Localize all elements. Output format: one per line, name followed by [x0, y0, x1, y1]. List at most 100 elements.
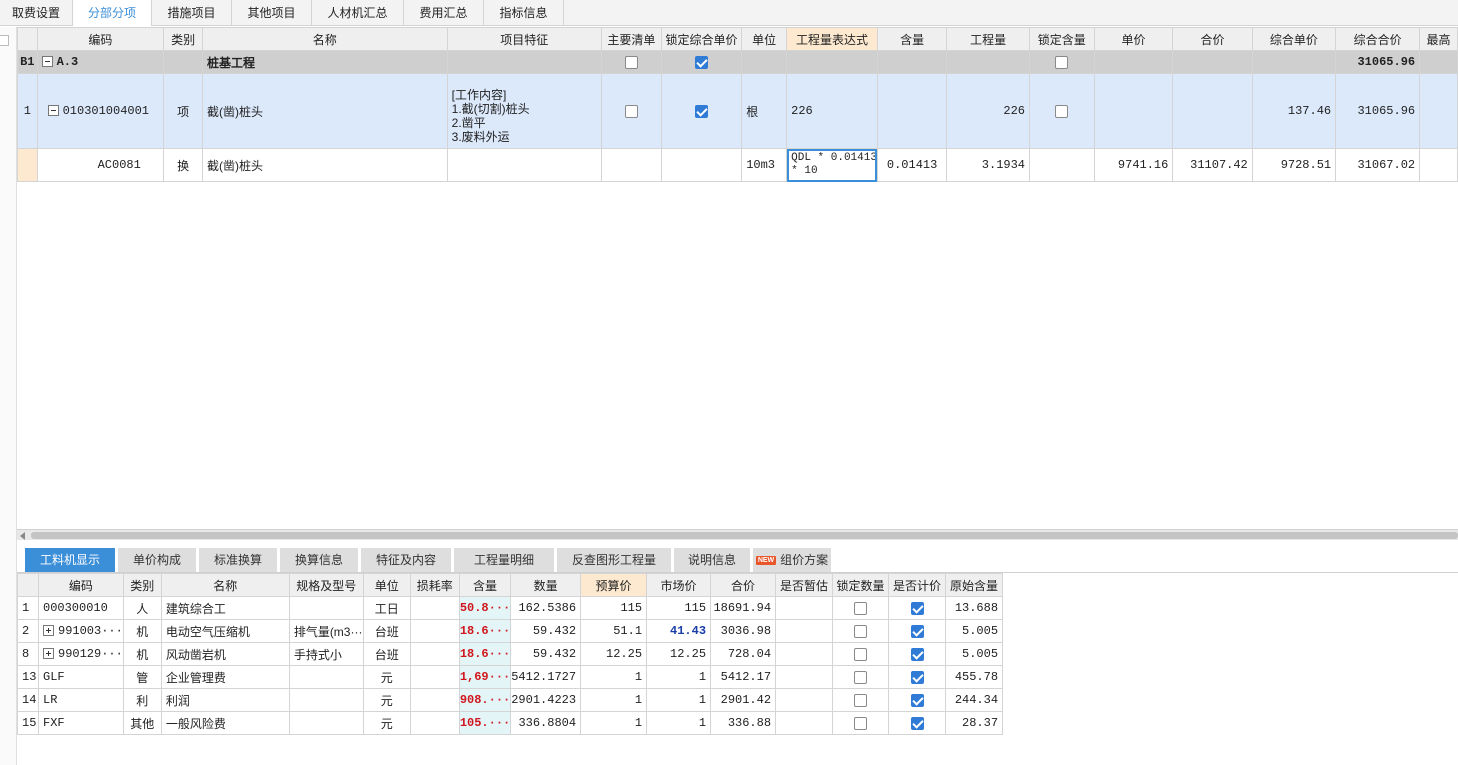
- col-header-content[interactable]: 含量: [876, 27, 948, 51]
- collapse-icon[interactable]: [41, 56, 53, 68]
- market-price-cell[interactable]: 115: [646, 596, 712, 620]
- unit-price-cell[interactable]: 9741.16: [1093, 148, 1174, 182]
- lock-price-checkbox[interactable]: [695, 105, 709, 119]
- spec-cell[interactable]: [288, 711, 364, 735]
- priced-checkbox[interactable]: [910, 694, 924, 708]
- main-list-checkbox[interactable]: [624, 105, 638, 119]
- col-header-content[interactable]: 含量: [458, 573, 512, 597]
- features-cell[interactable]: [446, 50, 602, 74]
- lock-qty-checkbox[interactable]: [854, 602, 868, 616]
- market-price-cell[interactable]: 1: [646, 711, 712, 735]
- tab-features-content[interactable]: 特征及内容: [361, 548, 451, 572]
- table-row[interactable]: 14 LR 利利润元 908.··· 2901.4223 1 1 2901.42 244.34: [17, 688, 1004, 712]
- tab-pricing-scheme[interactable]: NEW 组价方案: [753, 548, 831, 572]
- original-content-cell[interactable]: 13.688: [945, 596, 1004, 620]
- name-cell[interactable]: 建筑综合工: [160, 596, 290, 620]
- col-header-lock-qty[interactable]: 锁定数量: [832, 573, 890, 597]
- total-cell[interactable]: 5412.17: [710, 665, 777, 689]
- lock-qty-checkbox[interactable]: [854, 625, 868, 639]
- lock-content-checkbox[interactable]: [1055, 105, 1069, 119]
- main-list-checkbox[interactable]: [624, 56, 638, 70]
- code-cell[interactable]: 990129···: [38, 642, 124, 666]
- code-cell[interactable]: 000300010: [38, 596, 124, 620]
- table-row[interactable]: 2 991003··· 机电动空气压缩机 排气量(m3··· 台班 18.6··· 59.4…: [17, 619, 1004, 643]
- unit-cell[interactable]: 元: [362, 688, 411, 712]
- comp-total-cell[interactable]: 31067.02: [1335, 148, 1421, 182]
- market-price-cell[interactable]: 41.43: [646, 619, 712, 643]
- code-cell[interactable]: GLF: [38, 665, 124, 689]
- spec-cell[interactable]: [288, 688, 364, 712]
- priced-checkbox[interactable]: [910, 648, 924, 662]
- loss-rate-cell[interactable]: [409, 596, 460, 620]
- col-header-lock-price[interactable]: 锁定综合单价: [660, 27, 743, 51]
- col-header-unit-price[interactable]: 单价: [1093, 27, 1174, 51]
- code-cell[interactable]: LR: [38, 688, 124, 712]
- provisional-cell[interactable]: [775, 596, 834, 620]
- budget-price-cell[interactable]: 1: [580, 688, 648, 712]
- col-header-unit[interactable]: 单位: [362, 573, 411, 597]
- total-cell[interactable]: 3036.98: [710, 619, 777, 643]
- total-cell[interactable]: 2901.42: [710, 688, 777, 712]
- type-cell[interactable]: 项: [163, 73, 203, 149]
- type-cell[interactable]: 机: [122, 642, 162, 666]
- content-cell[interactable]: 50.8···: [458, 596, 512, 620]
- total-cell[interactable]: 31107.42: [1172, 148, 1253, 182]
- col-header-quantity-expression[interactable]: 工程量表达式: [786, 27, 878, 51]
- qty-cell[interactable]: 2901.4223: [510, 688, 582, 712]
- spec-cell[interactable]: [288, 665, 364, 689]
- col-header-spec[interactable]: 规格及型号: [288, 573, 364, 597]
- lock-qty-checkbox[interactable]: [854, 671, 868, 685]
- lock-price-cell[interactable]: [660, 148, 743, 182]
- col-header-name[interactable]: 名称: [160, 573, 290, 597]
- spec-cell[interactable]: 排气量(m3···: [288, 619, 364, 643]
- content-cell[interactable]: 1,69···: [458, 665, 512, 689]
- loss-rate-cell[interactable]: [409, 665, 460, 689]
- code-cell[interactable]: A.3: [36, 50, 165, 74]
- table-row[interactable]: 13 GLF 管企业管理费元 1,69··· 5412.1727 1 1 5412.17 455…: [17, 665, 1004, 689]
- quantity-cell[interactable]: [946, 50, 1031, 74]
- qty-cell[interactable]: 336.8804: [510, 711, 582, 735]
- content-cell[interactable]: 105.···: [458, 711, 512, 735]
- type-cell[interactable]: 管: [122, 665, 162, 689]
- table-row[interactable]: 1 000300010 人建筑综合工 工日 50.8··· 162.5386 115 115 1…: [17, 596, 1004, 620]
- provisional-cell[interactable]: [775, 711, 834, 735]
- original-content-cell[interactable]: 5.005: [945, 642, 1004, 666]
- original-content-cell[interactable]: 455.78: [945, 665, 1004, 689]
- col-header-unit[interactable]: 单位: [741, 27, 788, 51]
- qty-cell[interactable]: 5412.1727: [510, 665, 582, 689]
- tab-fee-summary[interactable]: 费用汇总: [404, 0, 484, 26]
- collapse-handle[interactable]: [0, 35, 9, 46]
- type-cell[interactable]: 换: [163, 148, 203, 182]
- col-header-features[interactable]: 项目特征: [446, 27, 602, 51]
- scroll-left-icon[interactable]: [20, 532, 25, 540]
- total-cell[interactable]: 728.04: [710, 642, 777, 666]
- col-header-max[interactable]: 最高: [1419, 27, 1458, 51]
- name-cell[interactable]: 风动凿岩机: [160, 642, 290, 666]
- type-cell[interactable]: 其他: [122, 711, 162, 735]
- col-header-qty[interactable]: 数量: [510, 573, 582, 597]
- expr-cell[interactable]: [786, 50, 878, 74]
- content-cell[interactable]: [876, 73, 948, 149]
- type-cell[interactable]: 利: [122, 688, 162, 712]
- tab-labor-material-summary[interactable]: 人材机汇总: [312, 0, 404, 26]
- scrollbar-thumb[interactable]: [31, 532, 1458, 539]
- features-cell[interactable]: [工作内容] 1.截(切割)桩头 2.凿平 3.废料外运: [446, 73, 602, 149]
- tab-standard-conversion[interactable]: 标准换算: [199, 548, 277, 572]
- priced-checkbox[interactable]: [910, 625, 924, 639]
- comp-total-cell[interactable]: 31065.96: [1335, 50, 1421, 74]
- loss-rate-cell[interactable]: [409, 688, 460, 712]
- tab-conversion-info[interactable]: 换算信息: [280, 548, 358, 572]
- name-cell[interactable]: 一般风险费: [160, 711, 290, 735]
- qty-cell[interactable]: 59.432: [510, 619, 582, 643]
- name-cell[interactable]: 截(凿)桩头: [201, 148, 448, 182]
- col-header-type[interactable]: 类别: [122, 573, 162, 597]
- name-cell[interactable]: 截(凿)桩头: [201, 73, 448, 149]
- tab-description[interactable]: 说明信息: [674, 548, 750, 572]
- comp-price-cell[interactable]: 9728.51: [1251, 148, 1337, 182]
- budget-price-cell[interactable]: 12.25: [580, 642, 648, 666]
- quantity-cell[interactable]: 3.1934: [946, 148, 1031, 182]
- col-header-comp-price[interactable]: 综合单价: [1251, 27, 1337, 51]
- unit-cell[interactable]: 根: [741, 73, 788, 149]
- comp-price-cell[interactable]: 137.46: [1251, 73, 1337, 149]
- tab-unit-price-composition[interactable]: 单价构成: [118, 548, 196, 572]
